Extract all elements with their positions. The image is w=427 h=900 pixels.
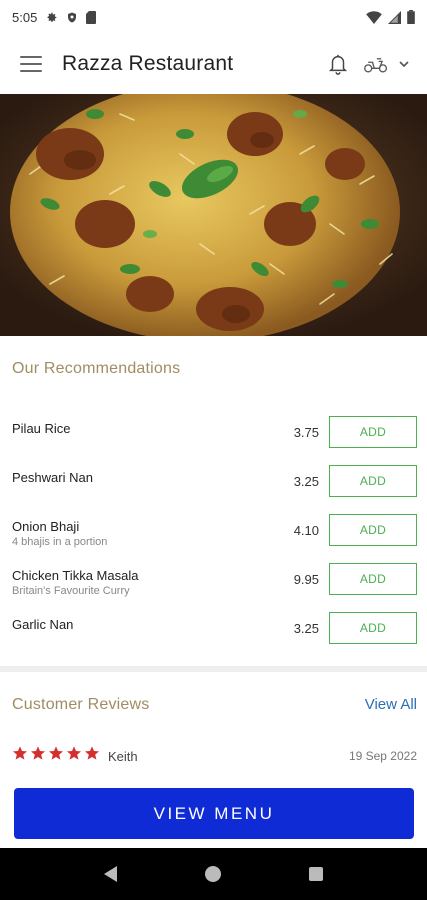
sim-card-icon [86, 10, 97, 24]
notifications-button[interactable] [327, 52, 349, 76]
item-name: Chicken Tikka Masala [12, 568, 139, 583]
reviews-title: Customer Reviews [12, 696, 150, 713]
home-icon[interactable] [205, 866, 221, 882]
list-item: Onion Bhaji 4 bhajis in a portion 4.10 A… [0, 514, 427, 563]
status-time: 5:05 [12, 9, 38, 25]
delivery-mode-button[interactable] [363, 53, 411, 75]
recommendations-section: Our Recommendations Pilau Rice 3.75 ADD … [0, 336, 427, 666]
wifi-icon [366, 10, 382, 24]
add-button[interactable]: ADD [329, 465, 417, 497]
item-name: Onion Bhaji [12, 519, 80, 534]
recommendations-list: Pilau Rice 3.75 ADD Peshwari Nan 3.25 AD… [0, 416, 427, 661]
list-item: Pilau Rice 3.75 ADD [0, 416, 427, 465]
bell-icon [328, 54, 348, 75]
reviewer-name: Keith [108, 749, 138, 764]
star-rating [12, 745, 100, 761]
app-bar: Razza Restaurant [0, 34, 427, 94]
view-all-link[interactable]: View All [365, 696, 417, 713]
star-icon [67, 746, 81, 760]
list-item: Chicken Tikka Masala Britain's Favourite… [0, 563, 427, 612]
review-date: 19 Sep 2022 [348, 749, 417, 763]
list-item: Garlic Nan 3.25 ADD [0, 612, 427, 661]
app-title: Razza Restaurant [62, 52, 234, 75]
item-price: 3.25 [293, 474, 319, 489]
chevron-down-icon [399, 61, 409, 68]
add-button[interactable]: ADD [329, 514, 417, 546]
battery-icon [407, 10, 415, 24]
item-description: 4 bhajis in a portion [12, 536, 108, 548]
item-price: 4.10 [293, 523, 319, 538]
item-price: 9.95 [293, 572, 319, 587]
view-menu-button[interactable]: VIEW MENU [14, 788, 414, 839]
star-icon [13, 746, 27, 760]
review-item: Keith 19 Sep 2022 [0, 745, 427, 767]
item-description: Britain's Favourite Curry [12, 585, 130, 597]
back-icon[interactable] [104, 866, 117, 882]
item-name: Pilau Rice [12, 421, 71, 436]
shield-icon [68, 12, 77, 22]
system-nav-bar [0, 848, 427, 900]
menu-icon[interactable] [20, 56, 42, 72]
hero-food-image [0, 94, 427, 336]
item-name: Peshwari Nan [12, 470, 93, 485]
list-item: Peshwari Nan 3.25 ADD [0, 465, 427, 514]
recent-apps-icon[interactable] [309, 867, 323, 881]
add-button[interactable]: ADD [329, 416, 417, 448]
status-bar: 5:05 [0, 0, 427, 34]
star-icon [31, 746, 45, 760]
star-icon [49, 746, 63, 760]
star-icon [85, 746, 99, 760]
add-button[interactable]: ADD [329, 563, 417, 595]
recommendations-title: Our Recommendations [12, 360, 181, 377]
scooter-icon [364, 58, 388, 73]
item-price: 3.75 [293, 425, 319, 440]
item-price: 3.25 [293, 621, 319, 636]
reviews-section: Customer Reviews View All Keith 19 Sep 2… [0, 672, 427, 787]
signal-icon [388, 10, 401, 24]
gear-icon [47, 12, 57, 22]
add-button[interactable]: ADD [329, 612, 417, 644]
item-name: Garlic Nan [12, 617, 74, 632]
